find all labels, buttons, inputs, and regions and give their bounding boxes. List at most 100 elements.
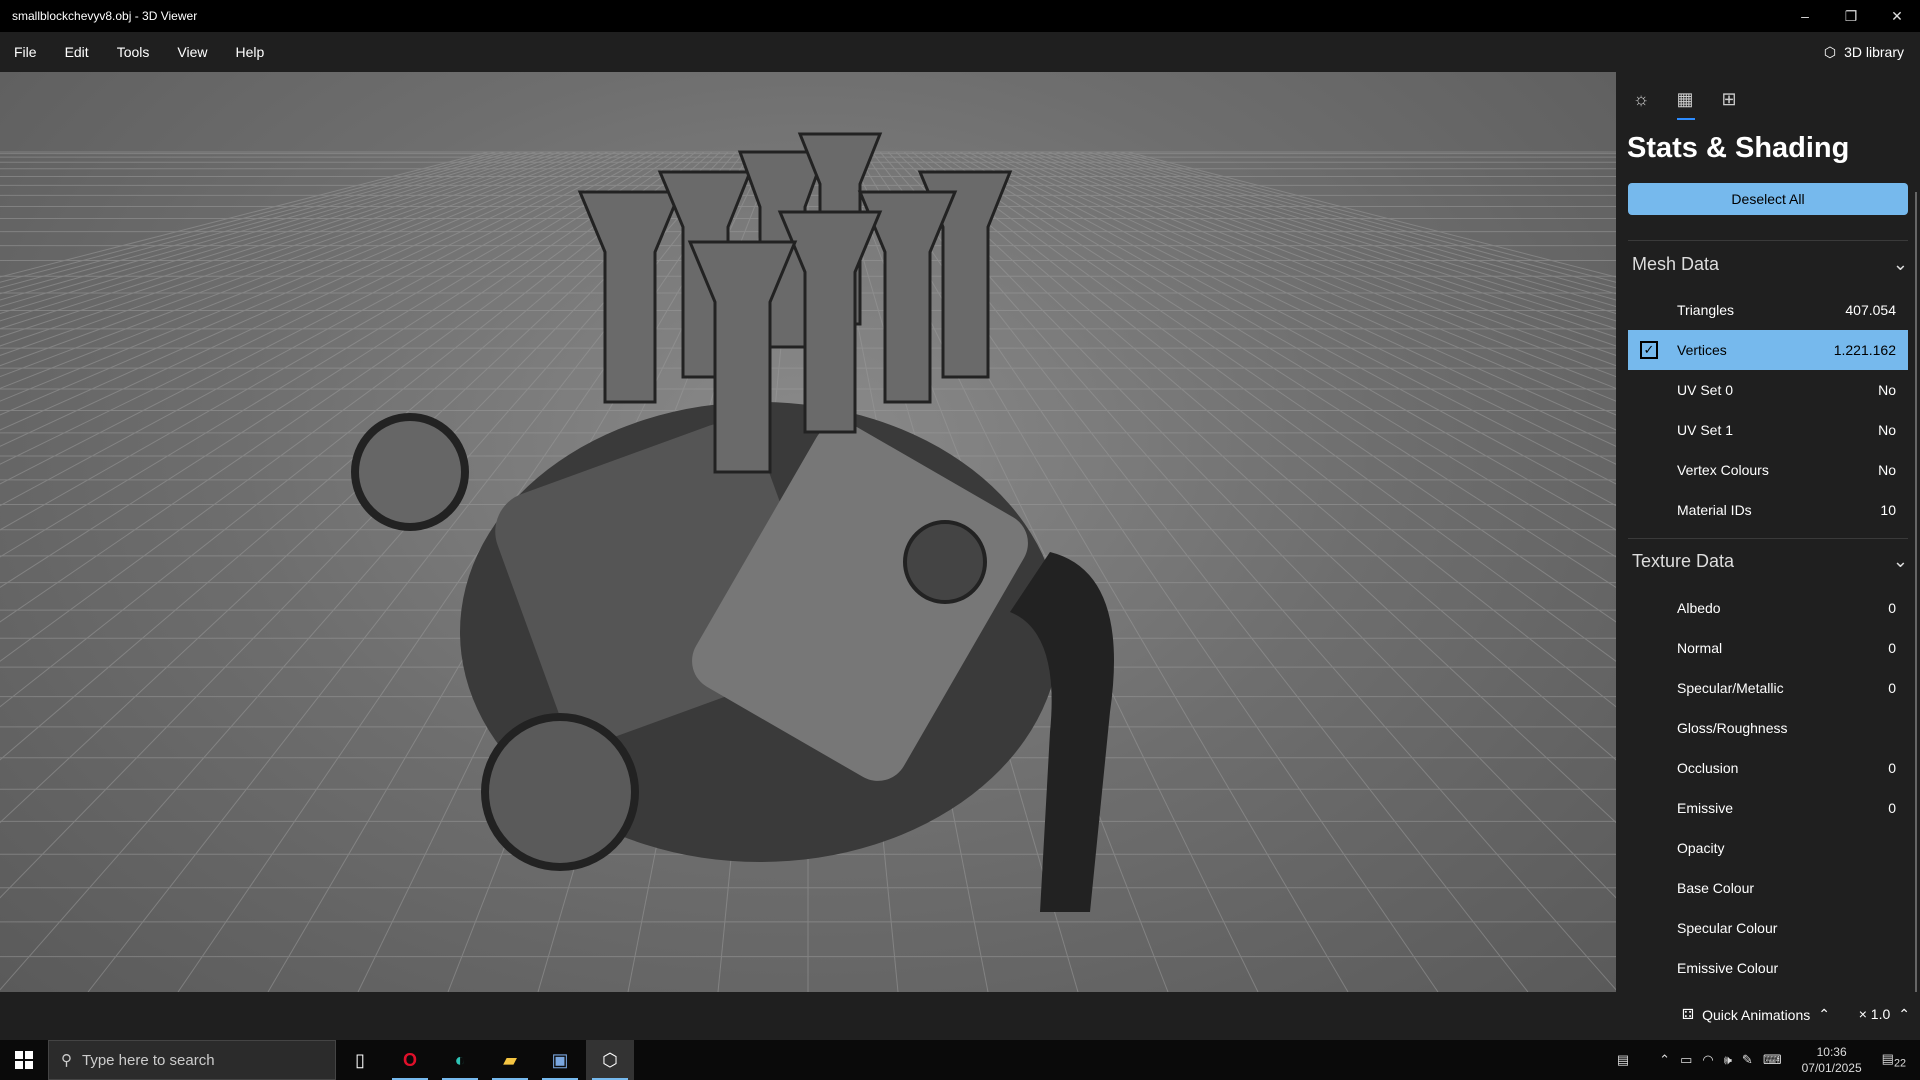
stat-row[interactable]: UV Set 1 No — [1628, 410, 1908, 450]
minimize-button[interactable]: – — [1782, 0, 1828, 32]
pen-icon[interactable]: ✎ — [1742, 1052, 1753, 1068]
restore-button[interactable]: ❐ — [1828, 0, 1874, 32]
menu-file[interactable]: File — [0, 44, 51, 60]
notification-count: 22 — [1893, 1057, 1906, 1070]
grid-tab[interactable]: ⊞ — [1714, 84, 1744, 114]
stat-label: UV Set 0 — [1677, 382, 1734, 398]
news-icon[interactable]: ▤ — [1617, 1052, 1629, 1068]
menu-tools[interactable]: Tools — [103, 44, 164, 60]
battery-icon[interactable]: ▭ — [1680, 1052, 1692, 1068]
stat-label: Vertices — [1677, 342, 1727, 358]
close-button[interactable]: ✕ — [1874, 0, 1920, 32]
stat-value: 0 — [1888, 640, 1896, 656]
stat-row[interactable]: Albedo 0 — [1628, 588, 1908, 628]
panel-title: Stats & Shading — [1627, 132, 1850, 164]
stat-value: 0 — [1888, 680, 1896, 696]
stat-row[interactable]: UV Set 0 No — [1628, 370, 1908, 410]
quick-animations-label: Quick Animations — [1702, 1006, 1811, 1023]
quick-animations-button[interactable]: ⚃ Quick Animations ⌃ — [1682, 1006, 1830, 1023]
lighting-tab[interactable]: ☼ — [1626, 84, 1656, 114]
3d-library-label: 3D library — [1844, 44, 1904, 60]
wifi-icon[interactable]: ◠ — [1702, 1052, 1713, 1068]
stat-label: Albedo — [1677, 600, 1721, 616]
stat-row[interactable]: Occlusion 0 — [1628, 748, 1908, 788]
stat-label: UV Set 1 — [1677, 422, 1734, 438]
chevron-up-icon[interactable]: ⌃ — [1659, 1052, 1670, 1068]
stat-label: Specular/Metallic — [1677, 680, 1784, 696]
texture-data-header[interactable]: Texture Data ⌄ — [1632, 546, 1908, 576]
stat-row[interactable]: Triangles 407.054 — [1628, 290, 1908, 330]
menu-view[interactable]: View — [163, 44, 221, 60]
engine-model[interactable] — [351, 132, 1114, 912]
search-icon: ⚲ — [61, 1052, 72, 1069]
stat-row[interactable]: Specular/Metallic 0 — [1628, 668, 1908, 708]
stat-label: Opacity — [1677, 840, 1725, 856]
menu-edit[interactable]: Edit — [51, 44, 103, 60]
search-placeholder: Type here to search — [82, 1051, 215, 1069]
divider — [1628, 240, 1908, 241]
mesh-data-header[interactable]: Mesh Data ⌄ — [1632, 249, 1908, 279]
system-tray: ▤ ⌃ ▭ ◠ 🕪 ✎ ⌨ 10:36 07/01/2025 ▤22 — [1617, 1040, 1920, 1080]
3d-library-button[interactable]: ⬡ 3D library — [1824, 32, 1904, 72]
stats-panel: ☼ ▦ ⊞ Stats & Shading Deselect All Mesh … — [1616, 72, 1920, 992]
stat-label: Triangles — [1677, 302, 1735, 318]
windows-icon — [15, 1051, 33, 1069]
notifications-icon[interactable]: ▤22 — [1882, 1051, 1906, 1070]
window-title: smallblockchevyv8.obj - 3D Viewer — [12, 9, 198, 23]
stat-row[interactable]: Emissive 0 — [1628, 788, 1908, 828]
chevron-down-icon: ⌄ — [1892, 550, 1908, 571]
stat-value: 1.221.162 — [1833, 342, 1896, 358]
stat-label: Occlusion — [1677, 760, 1739, 776]
search-box[interactable]: ⚲ Type here to search — [48, 1040, 336, 1080]
opera-icon[interactable]: O — [386, 1040, 434, 1080]
stat-value: 0 — [1888, 760, 1896, 776]
grid-floor — [0, 132, 1616, 992]
file-explorer-icon[interactable]: ▰ — [486, 1040, 534, 1080]
stat-value: 10 — [1880, 502, 1896, 518]
date: 07/01/2025 — [1801, 1061, 1862, 1075]
stat-label: Vertex Colours — [1677, 462, 1769, 478]
animation-icon: ⚃ — [1681, 1006, 1695, 1022]
stat-row[interactable]: Normal 0 — [1628, 628, 1908, 668]
stat-row[interactable]: Material IDs 10 — [1628, 490, 1908, 530]
stat-value: 0 — [1888, 600, 1896, 616]
remote-desktop-icon[interactable]: ▣ — [536, 1040, 584, 1080]
stat-row[interactable]: Emissive Colour — [1628, 948, 1908, 988]
scrollbar[interactable] — [1915, 192, 1917, 992]
stat-row[interactable]: Opacity — [1628, 828, 1908, 868]
chart-icon: ▦ — [1676, 88, 1694, 109]
time: 10:36 — [1816, 1045, 1847, 1059]
stat-row[interactable]: Base Colour — [1628, 868, 1908, 908]
stat-value: 407.054 — [1845, 302, 1896, 318]
3d-viewport[interactable] — [0, 72, 1616, 992]
stat-label: Gloss/Roughness — [1677, 720, 1788, 736]
stat-label: Base Colour — [1677, 880, 1755, 896]
checkbox[interactable]: ✓ — [1640, 341, 1658, 359]
taskbar: ⚲ Type here to search ▯ O ◐ ▰ ▣ ⬡ ▤ ⌃ ▭ … — [0, 1040, 1920, 1080]
stat-row[interactable]: Specular Colour — [1628, 908, 1908, 948]
3d-viewer-taskbar-icon[interactable]: ⬡ — [586, 1040, 634, 1080]
chevron-up-icon: ⌃ — [1898, 1006, 1910, 1022]
stat-row[interactable]: Gloss/Roughness — [1628, 708, 1908, 748]
stat-label: Specular Colour — [1677, 920, 1778, 936]
deselect-all-button[interactable]: Deselect All — [1628, 183, 1908, 215]
start-button[interactable] — [0, 1040, 48, 1080]
divider — [1628, 538, 1908, 539]
stat-label: Emissive — [1677, 800, 1734, 816]
speed-selector[interactable]: × 1.0 ⌃ — [1859, 1006, 1910, 1023]
keyboard-icon[interactable]: ⌨ — [1763, 1052, 1782, 1068]
sun-icon: ☼ — [1632, 88, 1650, 109]
stats-tab[interactable]: ▦ — [1670, 84, 1700, 120]
volume-icon[interactable]: 🕪 — [1724, 1052, 1732, 1068]
task-view-button[interactable]: ▯ — [336, 1040, 384, 1080]
stat-label: Normal — [1677, 640, 1723, 656]
menu-help[interactable]: Help — [221, 44, 278, 60]
clock[interactable]: 10:36 07/01/2025 — [1802, 1044, 1862, 1076]
grid-icon: ⊞ — [1721, 88, 1737, 109]
section-title: Texture Data — [1632, 550, 1735, 571]
stat-row[interactable]: ✓ Vertices 1.221.162 — [1628, 330, 1908, 370]
stat-row[interactable]: Vertex Colours No — [1628, 450, 1908, 490]
edge-icon[interactable]: ◐ — [436, 1040, 484, 1080]
stat-label: Emissive Colour — [1677, 960, 1779, 976]
bottom-bar: ⚃ Quick Animations ⌃ × 1.0 ⌃ — [0, 992, 1920, 1040]
